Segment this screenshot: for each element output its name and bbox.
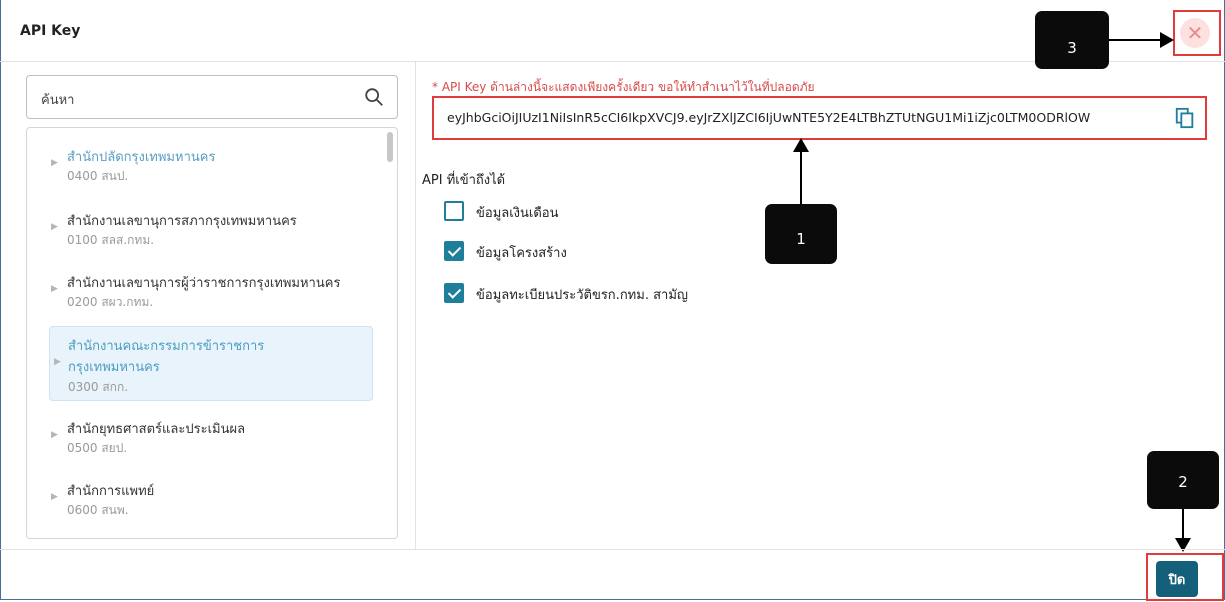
callout-1-label: 1	[796, 230, 806, 248]
checkbox-label: ข้อมูลโครงสร้าง	[476, 246, 567, 261]
tree-item-name: สำนักงานเลขานุการสภากรุงเทพมหานคร	[67, 214, 297, 229]
tree-item-code: 0600 สนพ.	[67, 503, 129, 517]
search-input[interactable]: ค้นหา	[26, 75, 398, 119]
tree-item[interactable]: ▶ สำนักการแพทย์ 0600 สนพ.	[51, 480, 396, 520]
checkbox[interactable]	[444, 201, 464, 221]
checkbox-checked[interactable]	[444, 241, 464, 261]
dialog-title: API Key	[20, 23, 81, 39]
tree-item-code: 0200 สผว.กทม.	[67, 295, 154, 309]
copy-icon[interactable]	[1174, 106, 1196, 130]
callout-1-arrow-head	[793, 138, 809, 152]
tree-item[interactable]: ▶ สำนักยุทธศาสตร์และประเมินผล 0500 สยป.	[51, 418, 396, 458]
callout-2-label: 2	[1178, 473, 1188, 491]
caret-right-icon[interactable]: ▶	[51, 158, 58, 168]
dialog-footer	[0, 549, 1225, 602]
caret-right-icon[interactable]: ▶	[51, 492, 58, 502]
checkbox-checked[interactable]	[444, 283, 464, 303]
tree-item[interactable]: ▶ สำนักงานเลขานุการสภากรุงเทพมหานคร 0100…	[51, 210, 396, 250]
callout-2: 2	[1147, 451, 1219, 509]
callout-3-label: 3	[1067, 39, 1077, 57]
tree-item-code: 0400 สนป.	[67, 169, 129, 183]
caret-right-icon[interactable]: ▶	[51, 222, 58, 232]
callout-3-arrow-line	[1109, 39, 1163, 41]
checkbox-label: ข้อมูลเงินเดือน	[476, 206, 559, 221]
tree-item-name-line2: กรุงเทพมหานคร	[68, 360, 160, 375]
tree-item-code: 0500 สยป.	[67, 441, 128, 455]
tree-item[interactable]: ▶ สำนักปลัดกรุงเทพมหานคร 0400 สนป.	[51, 146, 396, 186]
tree-item-name-line1: สำนักงานคณะกรรมการข้าราชการ	[68, 339, 265, 354]
tree-item[interactable]: ▶ สำนักงานเลขานุการผู้ว่าราชการกรุงเทพมห…	[51, 272, 396, 312]
caret-right-icon[interactable]: ▶	[54, 357, 61, 367]
tree-item-name: สำนักยุทธศาสตร์และประเมินผล	[67, 422, 246, 437]
api-key-field[interactable]: eyJhbGciOiJIUzI1NiIsInR5cCI6IkpXVCJ9.eyJ…	[432, 96, 1207, 140]
unit-tree: ▶ สำนักปลัดกรุงเทพมหานคร 0400 สนป. ▶ สำน…	[26, 127, 398, 539]
checkbox-label: ข้อมูลทะเบียนประวัติขรก.กทม. สามัญ	[476, 288, 688, 303]
tree-item-code: 0100 สลส.กทม.	[67, 233, 155, 247]
close-icon[interactable]: ✕	[1180, 18, 1210, 48]
caret-right-icon[interactable]: ▶	[51, 284, 58, 294]
tree-item-name: สำนักปลัดกรุงเทพมหานคร	[67, 150, 216, 165]
api-key-panel: * API Key ด้านล่างนี้จะแสดงเพียงครั้งเดี…	[416, 61, 1225, 549]
search-icon[interactable]	[363, 86, 385, 108]
api-access-label: API ที่เข้าถึงได้	[422, 173, 506, 188]
tree-item-name: สำนักการแพทย์	[67, 484, 155, 499]
api-key-warning: * API Key ด้านล่างนี้จะแสดงเพียงครั้งเดี…	[432, 80, 815, 94]
tree-item-name: สำนักงานเลขานุการผู้ว่าราชการกรุงเทพมหาน…	[67, 276, 341, 291]
callout-1-arrow-line	[800, 148, 802, 204]
callout-1: 1	[765, 204, 837, 264]
callout-3-arrow-head	[1160, 32, 1174, 48]
tree-item-selected[interactable]: ▶ สำนักงานคณะกรรมการข้าราชการ กรุงเทพมหา…	[49, 326, 373, 401]
search-input-value: ค้นหา	[41, 93, 75, 108]
close-button[interactable]: ปิด	[1156, 561, 1198, 597]
caret-right-icon[interactable]: ▶	[51, 430, 58, 440]
unit-tree-panel: ค้นหา ▶ สำนักปลัดกรุงเทพมหานคร 0400 สนป.…	[10, 61, 416, 549]
callout-2-arrow-line	[1182, 509, 1184, 541]
api-key-value[interactable]: eyJhbGciOiJIUzI1NiIsInR5cCI6IkpXVCJ9.eyJ…	[447, 110, 1172, 125]
tree-item-code: 0300 สกก.	[68, 380, 129, 394]
